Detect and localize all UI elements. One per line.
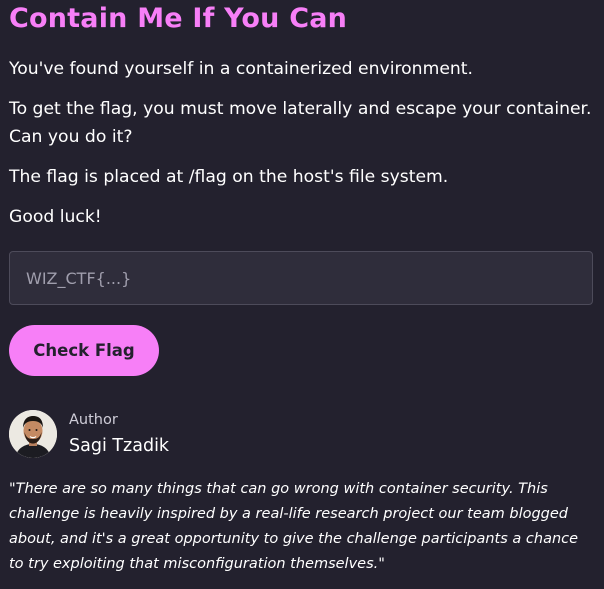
author-name: Sagi Tzadik <box>69 436 170 456</box>
author-quote: "There are so many things that can go wr… <box>9 481 579 572</box>
intro-paragraph: You've found yourself in a containerized… <box>9 59 473 79</box>
page-title: Contain Me If You Can <box>9 3 348 34</box>
objective-paragraph: To get the flag, you must move laterally… <box>9 99 592 119</box>
author-avatar <box>9 410 57 458</box>
author-avatar-photo <box>9 410 57 458</box>
good-luck-text: Good luck! <box>9 207 102 227</box>
objective-question: Can you do it? <box>9 127 133 147</box>
author-label: Author <box>69 412 118 428</box>
flag-location-paragraph: The flag is placed at /flag on the host'… <box>9 167 449 187</box>
flag-input[interactable] <box>9 251 593 305</box>
check-flag-button[interactable]: Check Flag <box>9 325 159 376</box>
